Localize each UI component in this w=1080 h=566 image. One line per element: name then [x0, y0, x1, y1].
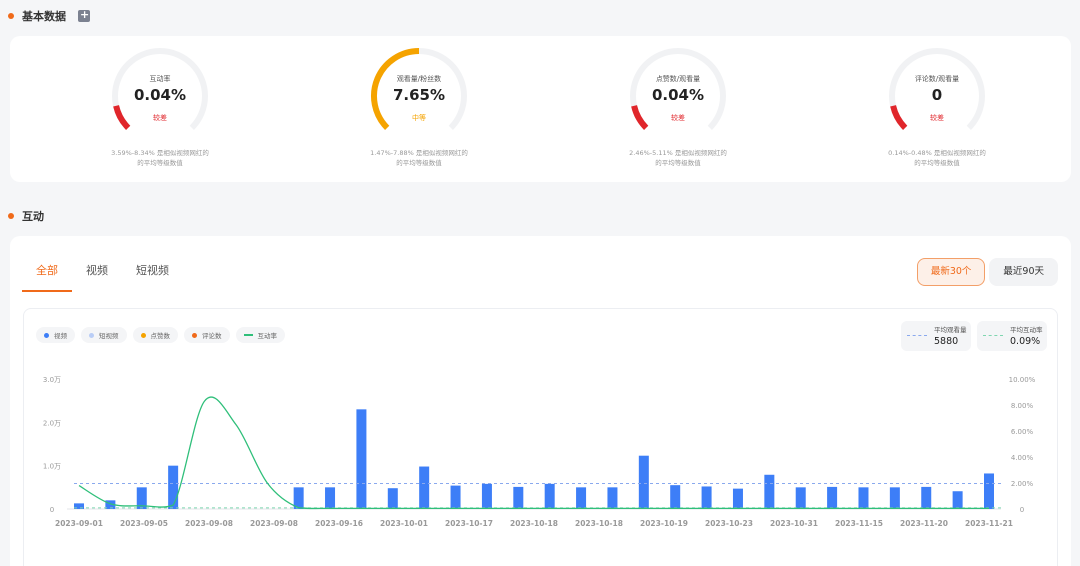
- metric-desc-line: 0.14%-0.48% 是相似视频网红的: [888, 149, 986, 157]
- metric-comments-per-view: 评论数/观看量 0 较差 0.14%-0.48% 是相似视频网红的 的平均等级数值: [837, 36, 1037, 182]
- range-selector: 最新30个 最近90天: [916, 258, 1058, 286]
- x-tick-label: 2023-10-17: [445, 519, 493, 528]
- metric-label: 观看量/粉丝数: [396, 75, 442, 83]
- bar-views: [638, 455, 649, 509]
- metric-desc-line: 2.46%-5.11% 是相似视频网红的: [629, 149, 727, 157]
- metric-label: 互动率: [149, 75, 171, 83]
- metric-description: 1.47%-7.88% 是相似视频网红的 的平均等级数值: [319, 148, 519, 168]
- x-tick-label: 2023-10-31: [770, 519, 818, 528]
- bar-views: [576, 487, 587, 509]
- right-tick-label: 2.00%: [1011, 480, 1034, 488]
- bar-views: [607, 487, 618, 509]
- interaction-rate-line: [78, 396, 989, 510]
- section-dot-icon: [8, 213, 14, 219]
- interaction-section-header: 互动: [8, 208, 44, 224]
- metric-desc-line: 1.47%-7.88% 是相似视频网红的: [370, 149, 468, 157]
- tab-all[interactable]: 全部: [22, 262, 72, 292]
- bar-views: [670, 485, 681, 509]
- x-tick-label: 2023-10-18: [575, 519, 623, 528]
- content-type-tabs: 全部 视频 短视频: [22, 262, 183, 292]
- x-tick-label: 2023-10-23: [705, 519, 753, 528]
- section-dot-icon: [8, 13, 14, 19]
- metric-value: 0: [931, 86, 943, 104]
- left-tick-label: 2.0万: [43, 419, 61, 427]
- x-tick-label: 2023-10-19: [640, 519, 688, 528]
- left-tick-label: 0: [50, 506, 54, 514]
- bar-views: [481, 483, 492, 509]
- bar-views: [795, 487, 806, 509]
- x-tick-label: 2023-11-15: [835, 519, 883, 528]
- interaction-chart: 视频 短视频 点赞数 评论数 互动率 平均观看量 5880 平均互动率 0.09% 01…: [23, 308, 1058, 566]
- metric-level: 较差: [671, 114, 685, 122]
- bar-views: [732, 488, 743, 509]
- metric-value: 7.65%: [392, 86, 446, 104]
- metric-desc-line: 的平均等级数值: [137, 159, 183, 167]
- x-tick-label: 2023-09-08: [250, 519, 298, 528]
- metric-label: 点赞数/观看量: [655, 75, 701, 83]
- metric-description: 0.14%-0.48% 是相似视频网红的 的平均等级数值: [837, 148, 1037, 168]
- bar-views: [952, 491, 963, 509]
- metric-label: 评论数/观看量: [914, 75, 960, 83]
- bar-views: [513, 486, 524, 509]
- x-tick-label: 2023-10-18: [510, 519, 558, 528]
- right-tick-label: 6.00%: [1011, 428, 1034, 436]
- bar-views: [544, 483, 555, 509]
- bar-views: [858, 487, 869, 509]
- metric-level: 中等: [412, 114, 426, 122]
- right-tick-label: 8.00%: [1011, 402, 1034, 410]
- metric-value: 0.04%: [133, 86, 187, 104]
- metric-likes-per-view: 点赞数/观看量 0.04% 较差 2.46%-5.11% 是相似视频网红的 的平均等级数…: [578, 36, 778, 182]
- copy-icon[interactable]: [78, 8, 90, 22]
- basic-section-header: 基本数据: [8, 8, 90, 24]
- metric-views-per-fan: 观看量/粉丝数 7.65% 中等 1.47%-7.88% 是相似视频网红的 的平均等级数…: [319, 36, 519, 182]
- x-tick-label: 2023-09-01: [55, 519, 103, 528]
- right-tick-label: 0: [1020, 506, 1024, 514]
- bar-views: [168, 465, 179, 509]
- bar-views: [827, 486, 838, 509]
- section-title: 互动: [22, 210, 44, 223]
- metric-level: 较差: [930, 114, 944, 122]
- left-tick-label: 3.0万: [43, 376, 61, 384]
- bar-views: [984, 473, 994, 509]
- x-tick-label: 2023-11-20: [900, 519, 948, 528]
- metric-interaction-rate: 互动率 0.04% 较差 3.59%-8.34% 是相似视频网红的 的平均等级数值: [60, 36, 260, 182]
- metric-desc-line: 的平均等级数值: [914, 159, 960, 167]
- right-tick-label: 4.00%: [1011, 454, 1034, 462]
- x-tick-label: 2023-11-21: [965, 519, 1013, 528]
- metric-desc-line: 的平均等级数值: [655, 159, 701, 167]
- bar-views: [921, 486, 932, 509]
- latest-30-button[interactable]: 最新30个: [916, 258, 986, 286]
- metric-value: 0.04%: [651, 86, 705, 104]
- bar-views: [387, 488, 398, 509]
- metric-desc-line: 3.59%-8.34% 是相似视频网红的: [111, 149, 209, 157]
- metric-description: 3.59%-8.34% 是相似视频网红的 的平均等级数值: [60, 148, 260, 168]
- metric-level: 较差: [153, 114, 167, 122]
- x-tick-label: 2023-09-08: [185, 519, 233, 528]
- bar-views: [419, 466, 430, 509]
- bar-views: [450, 485, 461, 509]
- left-tick-label: 1.0万: [43, 463, 61, 471]
- bar-views: [356, 409, 367, 509]
- bar-views: [764, 474, 775, 509]
- basic-metrics-card: 互动率 0.04% 较差 3.59%-8.34% 是相似视频网红的 的平均等级数值 观看…: [10, 36, 1071, 182]
- tab-video[interactable]: 视频: [72, 262, 122, 292]
- x-tick-label: 2023-09-16: [315, 519, 363, 528]
- bar-views: [701, 486, 712, 509]
- last-90-days-button[interactable]: 最近90天: [989, 258, 1058, 286]
- bar-views: [889, 487, 900, 509]
- metric-description: 2.46%-5.11% 是相似视频网红的 的平均等级数值: [578, 148, 778, 168]
- metric-desc-line: 的平均等级数值: [396, 159, 442, 167]
- right-tick-label: 10.00%: [1009, 376, 1036, 384]
- section-title: 基本数据: [22, 10, 66, 23]
- x-tick-label: 2023-10-01: [380, 519, 428, 528]
- interaction-card: 全部 视频 短视频 最新30个 最近90天 视频 短视频 点赞数 评论数 互动率 平均观…: [10, 236, 1071, 566]
- bar-views: [325, 487, 336, 509]
- x-tick-label: 2023-09-05: [120, 519, 168, 528]
- tab-short-video[interactable]: 短视频: [122, 262, 183, 292]
- chart-plot: 0 1.0万 2.0万 3.0万 0 2.00% 4.00% 6.00% 8.00% 10.00%…: [43, 376, 1036, 528]
